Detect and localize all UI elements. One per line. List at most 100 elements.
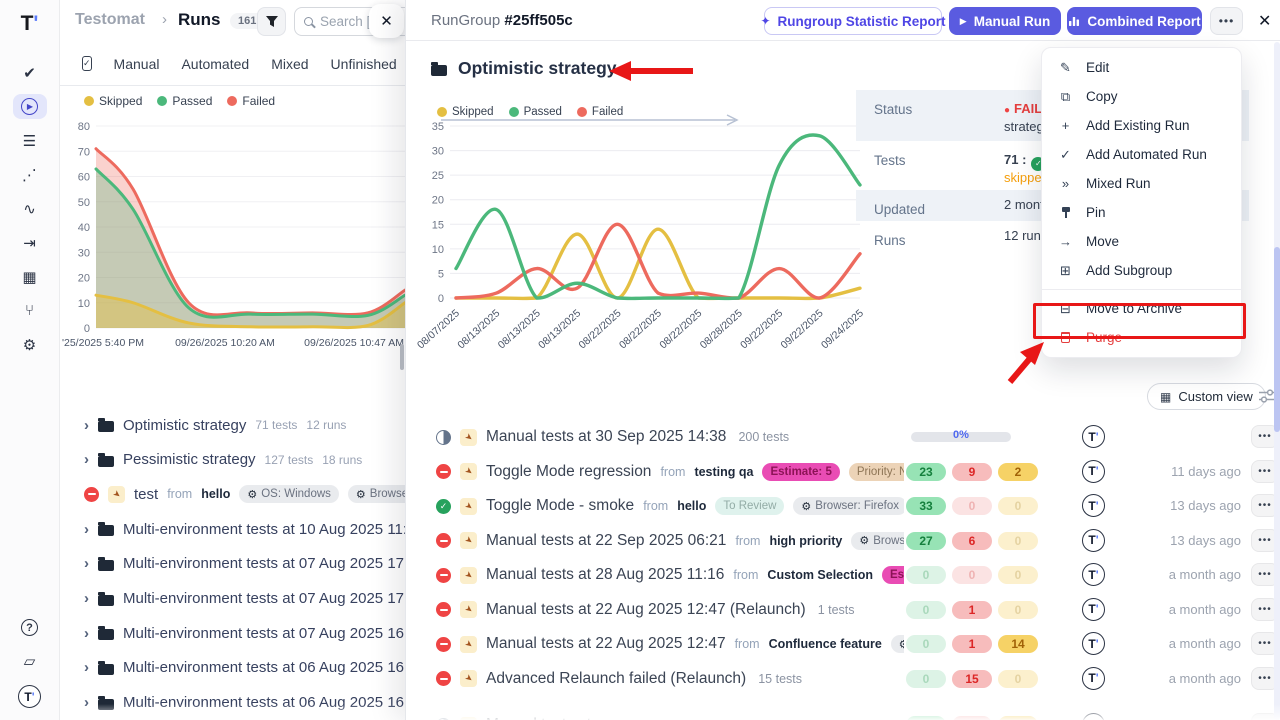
run-group-row[interactable]: ›Multi-environment tests at 07 Aug 2025 …: [60, 582, 405, 616]
skipped-count-pill: 0: [998, 497, 1038, 515]
menu-item-copy[interactable]: ⧉Copy: [1042, 82, 1241, 111]
result-counts: 3300: [906, 497, 1038, 515]
run-row[interactable]: ✓➤Toggle Mode - smokefromhelloTo Review⚙…: [406, 489, 1280, 523]
funnel-icon: [265, 15, 279, 28]
review-badge: To Review: [715, 497, 784, 515]
passed-count-pill: 0: [906, 635, 946, 653]
run-row[interactable]: ➤Toggle Mode regressionfromtesting qaEst…: [406, 455, 1280, 489]
run-group-row[interactable]: ›Multi-environment tests at 07 Aug 2025 …: [60, 547, 405, 581]
group-trend-line-chart: 0510152025303508/07/202508/13/202508/13/…: [416, 118, 876, 356]
status-table-label: Status: [874, 102, 912, 117]
topbar: Testomat › Runs 161 Search [( ✕: [60, 0, 405, 42]
run-row[interactable]: ➤Manual tests at 22 Aug 2025 12:47 (Rela…: [406, 593, 1280, 627]
menu-item-label: Copy: [1086, 89, 1118, 104]
chevron-right-icon[interactable]: ›: [84, 591, 89, 606]
tab-unfinished[interactable]: Unfinished: [331, 56, 397, 72]
svg-text:08/22/2025: 08/22/2025: [577, 307, 624, 351]
runner-avatar: T': [1082, 494, 1105, 517]
menu-item-add-existing-run[interactable]: +Add Existing Run: [1042, 111, 1241, 140]
breadcrumb-brand[interactable]: Testomat: [75, 11, 145, 29]
run-row[interactable]: ➤testfromhello⚙OS: Windows⚙Browser: Chro…: [60, 477, 405, 511]
run-groups-list: ›Optimistic strategy71 tests12 runs›Pess…: [60, 408, 405, 720]
run-row[interactable]: ➤Manual tests at 30 Sep 2025 14:38200 te…: [406, 420, 1280, 454]
tab-automated[interactable]: Automated: [181, 56, 249, 72]
svg-text:15: 15: [432, 219, 444, 231]
tests-icon[interactable]: ✔: [13, 60, 47, 85]
svg-text:80: 80: [78, 121, 90, 133]
menu-item-pin[interactable]: Pin: [1042, 198, 1241, 227]
run-title: Manual tests at: [486, 716, 591, 720]
chevron-right-icon[interactable]: ›: [84, 556, 89, 571]
run-row-main: ➤Manual tests at: [436, 708, 904, 720]
menu-item-add-subgroup[interactable]: ⊞Add Subgroup: [1042, 256, 1241, 285]
run-group-row[interactable]: ›Optimistic strategy71 tests12 runs: [60, 408, 405, 442]
failed-count-pill: 1: [952, 635, 992, 653]
run-row[interactable]: ➤Manual tests at 22 Sep 2025 06:21fromhi…: [406, 524, 1280, 558]
svg-text:10: 10: [432, 244, 444, 256]
chevron-right-icon[interactable]: ›: [84, 418, 89, 433]
run-time-ago: 13 days ago: [1170, 533, 1241, 548]
test-plans-icon[interactable]: ☰: [13, 128, 47, 153]
runs-icon[interactable]: ▶: [13, 94, 47, 119]
menu-item-purge[interactable]: Purge: [1042, 323, 1241, 352]
menu-item-move[interactable]: →Move: [1042, 227, 1241, 256]
filter-button[interactable]: [257, 7, 286, 36]
chevron-right-icon[interactable]: ›: [84, 626, 89, 641]
menu-item-edit[interactable]: ✎Edit: [1042, 53, 1241, 82]
run-time-ago: 11 days ago: [1171, 464, 1241, 479]
close-panel-icon[interactable]: ✕: [1258, 11, 1271, 31]
rungroup-statistic-report-button[interactable]: ✦Rungroup Statistic Report: [764, 7, 942, 35]
run-group-row[interactable]: ›Multi-environment tests at 07 Aug 2025 …: [60, 616, 405, 650]
analytics-icon[interactable]: ▦: [13, 264, 47, 289]
menu-item-mixed-run[interactable]: »Mixed Run: [1042, 169, 1241, 198]
run-row-main: ➤Manual tests at 28 Aug 2025 11:16fromCu…: [436, 558, 904, 592]
more-actions-button[interactable]: •••: [1210, 7, 1243, 35]
skipped-count-pill: 14: [998, 635, 1038, 653]
tab-mixed[interactable]: Mixed: [271, 56, 308, 72]
run-group-row[interactable]: ›Multi-environment tests at 06 Aug 2025 …: [60, 686, 405, 720]
group-title-row: Optimistic strategy: [431, 58, 617, 79]
steps-icon[interactable]: ⋰: [13, 162, 47, 187]
run-group-row[interactable]: ›Multi-environment tests at 10 Aug 2025 …: [60, 512, 405, 546]
import-icon[interactable]: ⇥: [13, 230, 47, 255]
run-group-row[interactable]: ›Pessimistic strategy127 tests18 runs: [60, 443, 405, 477]
chevron-right-icon[interactable]: ›: [84, 452, 89, 467]
result-counts: 2392: [906, 463, 1038, 481]
svg-text:08/13/2025: 08/13/2025: [455, 307, 502, 351]
gear-icon: ⚙: [356, 488, 366, 501]
chevron-right-icon[interactable]: ›: [84, 660, 89, 675]
pulse-icon[interactable]: ∿: [13, 196, 47, 221]
run-time-ago: a month ago: [1169, 671, 1241, 686]
run-row[interactable]: ➤Advanced Relaunch failed (Relaunch)15 t…: [406, 662, 1280, 696]
manual-run-button[interactable]: ▶Manual Run: [949, 7, 1061, 35]
manual-test-icon: ➤: [460, 567, 477, 584]
tab-manual[interactable]: Manual: [114, 56, 160, 72]
menu-item-add-automated-run[interactable]: ✓Add Automated Run: [1042, 140, 1241, 169]
report-checklist-icon[interactable]: ✓: [82, 56, 92, 71]
branches-icon[interactable]: ⑂: [13, 298, 47, 323]
custom-view-button[interactable]: ▦ Custom view: [1147, 383, 1266, 410]
svg-text:09/26/2025 10:47 AM: 09/26/2025 10:47 AM: [304, 337, 404, 349]
run-row[interactable]: ➤Manual tests atT'•••: [406, 708, 1280, 720]
svg-text:35: 35: [432, 121, 444, 133]
panel-scrollbar[interactable]: [1274, 247, 1280, 432]
left-panel-scrollbar[interactable]: [400, 344, 404, 370]
check-plus-icon: ✓: [1058, 147, 1073, 163]
run-title: Manual tests at 22 Aug 2025 12:47: [486, 635, 726, 653]
folder-plus-icon: ⊞: [1058, 263, 1073, 279]
chevron-right-icon[interactable]: ›: [84, 522, 89, 537]
menu-item-move-to-archive[interactable]: ⊟Move to Archive: [1042, 294, 1241, 323]
combined-report-button[interactable]: Combined Report: [1067, 7, 1202, 35]
legend-label: Passed: [172, 94, 212, 108]
help-icon[interactable]: ?: [21, 619, 38, 636]
search-clear-button[interactable]: ✕: [369, 4, 404, 38]
chevron-right-icon[interactable]: ›: [84, 695, 89, 710]
settings-icon[interactable]: ⚙: [13, 332, 47, 357]
projects-icon[interactable]: ▱: [13, 648, 47, 673]
run-group-row[interactable]: ›Multi-environment tests at 06 Aug 2025 …: [60, 651, 405, 685]
run-row[interactable]: ➤Manual tests at 22 Aug 2025 12:47fromCo…: [406, 627, 1280, 661]
passed-status-icon: ✓: [436, 499, 451, 514]
user-avatar[interactable]: T': [18, 685, 41, 708]
run-row[interactable]: ➤Manual tests at 28 Aug 2025 11:16fromCu…: [406, 558, 1280, 592]
runner-avatar: T': [1082, 598, 1105, 621]
